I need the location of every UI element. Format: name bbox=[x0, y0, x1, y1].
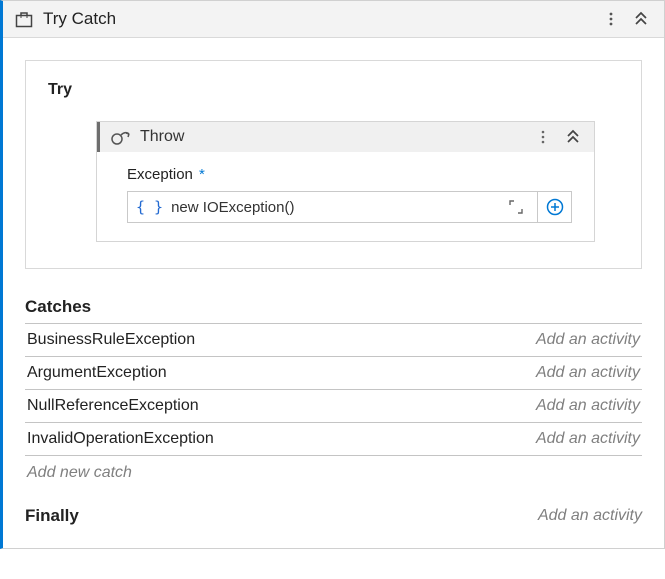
add-new-catch[interactable]: Add new catch bbox=[25, 456, 642, 492]
try-panel: Try Throw bbox=[25, 60, 642, 269]
finally-add-activity[interactable]: Add an activity bbox=[538, 507, 642, 525]
required-asterisk: * bbox=[199, 166, 205, 183]
throw-more-icon[interactable] bbox=[530, 129, 556, 145]
catches-heading: Catches bbox=[25, 297, 642, 324]
catch-type: ArgumentException bbox=[27, 364, 536, 382]
catch-type: NullReferenceException bbox=[27, 397, 536, 415]
catch-row-3[interactable]: InvalidOperationException Add an activit… bbox=[25, 423, 642, 456]
catch-add-activity[interactable]: Add an activity bbox=[536, 364, 640, 382]
expression-row: { } new IOException() bbox=[127, 191, 572, 223]
throw-activity: Throw bbox=[96, 121, 595, 242]
try-label: Try bbox=[48, 81, 619, 99]
exception-field-label: Exception * bbox=[127, 166, 572, 183]
exception-label-text: Exception bbox=[127, 166, 193, 183]
collapse-icon[interactable] bbox=[628, 10, 654, 28]
throw-icon bbox=[108, 128, 134, 146]
catch-add-activity[interactable]: Add an activity bbox=[536, 331, 640, 349]
throw-collapse-icon[interactable] bbox=[560, 128, 586, 146]
expression-braces-icon: { } bbox=[136, 198, 163, 216]
more-options-icon[interactable] bbox=[598, 11, 624, 27]
catch-row-0[interactable]: BusinessRuleException Add an activity bbox=[25, 324, 642, 357]
activity-body: Try Throw bbox=[3, 38, 664, 530]
activity-title: Try Catch bbox=[37, 9, 598, 29]
finally-row: Finally Add an activity bbox=[25, 492, 642, 526]
activity-title-bar: Try Catch bbox=[3, 1, 664, 38]
activity-icon bbox=[11, 10, 37, 28]
throw-body: Exception * { } new IOException() bbox=[97, 152, 594, 241]
try-catch-activity: Try Catch Try bbox=[0, 0, 665, 549]
expand-editor-icon[interactable] bbox=[503, 199, 529, 215]
throw-title: Throw bbox=[134, 128, 530, 146]
exception-expression-input[interactable]: { } new IOException() bbox=[127, 191, 538, 223]
add-expression-button[interactable] bbox=[538, 191, 572, 223]
catch-add-activity[interactable]: Add an activity bbox=[536, 430, 640, 448]
catch-type: InvalidOperationException bbox=[27, 430, 536, 448]
catch-row-2[interactable]: NullReferenceException Add an activity bbox=[25, 390, 642, 423]
exception-expression-text: new IOException() bbox=[171, 199, 503, 216]
catch-row-1[interactable]: ArgumentException Add an activity bbox=[25, 357, 642, 390]
throw-header: Throw bbox=[97, 122, 594, 152]
finally-label: Finally bbox=[25, 506, 538, 526]
catch-add-activity[interactable]: Add an activity bbox=[536, 397, 640, 415]
catch-type: BusinessRuleException bbox=[27, 331, 536, 349]
